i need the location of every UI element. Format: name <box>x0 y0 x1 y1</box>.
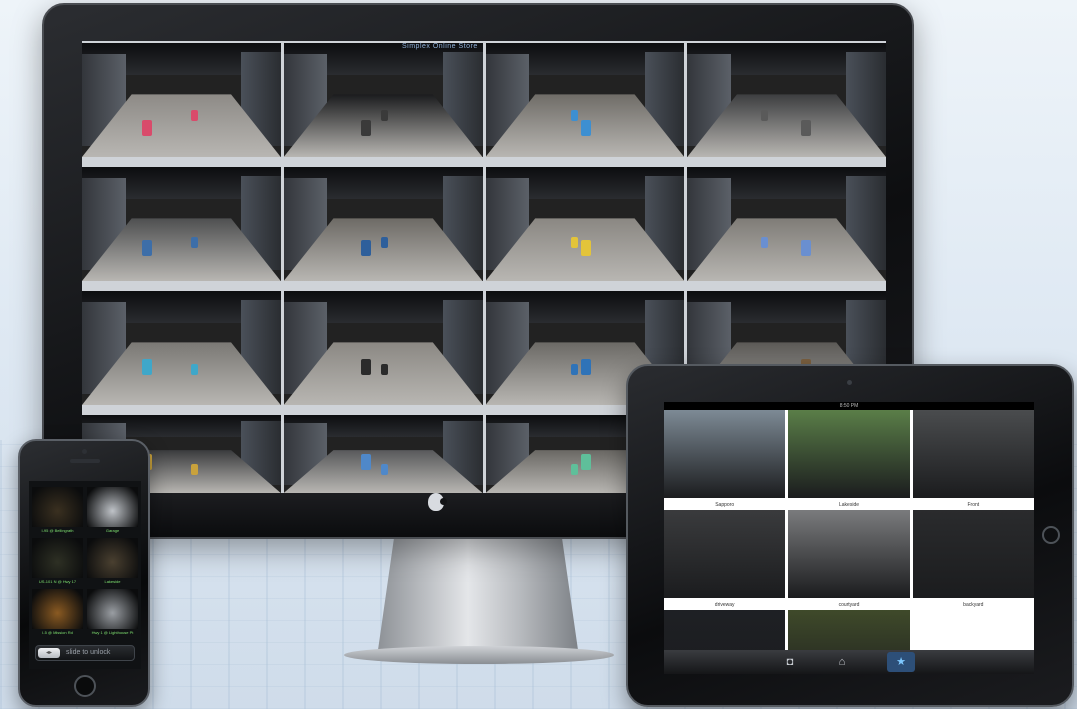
camera-caption: Front <box>967 502 980 508</box>
ipad-camera-cell[interactable]: Front <box>912 410 1034 510</box>
iphone-camera-cell[interactable]: Garage <box>87 487 138 535</box>
slider-label: slide to unlock <box>66 649 111 656</box>
imac-stand-neck <box>378 538 578 650</box>
camera-thumbnail <box>664 510 786 598</box>
camera-feed-tile[interactable] <box>485 43 685 157</box>
scene-object <box>800 239 811 256</box>
camera-feed-tile[interactable] <box>82 167 281 281</box>
camera-caption: Lakeside <box>838 502 859 508</box>
iphone-camera-lens <box>82 449 87 454</box>
iphone-home-button[interactable] <box>74 675 96 697</box>
ipad-camera-cell[interactable]: Lakeside <box>788 410 910 510</box>
scene-object <box>141 120 152 137</box>
camera-thumbnail <box>87 487 138 527</box>
ipad-status-bar: 8:50 PM <box>664 402 1034 410</box>
scene-object <box>361 120 372 137</box>
scene-object <box>381 109 389 121</box>
ipad-home-button[interactable] <box>1042 526 1060 544</box>
scene-object <box>580 359 591 376</box>
camera-thumbnail <box>87 538 138 578</box>
scene-object <box>570 236 578 248</box>
screen-title: Simplex Online Store <box>402 43 478 50</box>
ipad-screen: 8:50 PM Sapporo Lakeside Front driveway cour… <box>664 402 1034 674</box>
scene-object <box>361 453 372 470</box>
slider-knob[interactable]: ◂▸ <box>38 648 60 658</box>
scene-object <box>580 239 591 256</box>
ipad-camera-cell[interactable]: courtyard <box>788 510 910 610</box>
camera-thumbnail <box>32 589 83 629</box>
camera-feed-tile[interactable] <box>283 415 483 493</box>
scene-object <box>580 453 591 470</box>
camera-caption: driveway <box>714 602 735 608</box>
scene-object <box>760 109 768 121</box>
iphone-camera-cell[interactable]: I-95 @ Bellingrath <box>32 487 83 535</box>
scene-object <box>191 464 199 476</box>
camera-caption: Lakeside <box>104 579 121 584</box>
camera-icon[interactable]: ◘ <box>783 656 797 668</box>
imac-stand-base <box>344 646 614 664</box>
camera-feed-tile[interactable] <box>687 43 886 157</box>
scene-object <box>191 109 199 121</box>
iphone-camera-cell[interactable]: Lakeside <box>87 538 138 586</box>
camera-caption: US-101 N @ Hwy 17 <box>38 579 77 584</box>
ipad-camera-grid: Sapporo Lakeside Front driveway courtyard bac… <box>664 410 1034 674</box>
iphone-device: I-95 @ Bellingrath Garage US-101 N @ Hwy 1… <box>18 439 150 707</box>
camera-caption: Garage <box>105 528 120 533</box>
ipad-tab-bar: ◘ ⌂ ★ <box>664 650 1034 674</box>
scene-object <box>191 236 199 248</box>
scene-object <box>570 364 578 376</box>
iphone-camera-cell[interactable]: I-5 @ Mission Rd <box>32 589 83 637</box>
scene-object <box>570 464 578 476</box>
camera-caption: Sapporo <box>715 502 735 508</box>
camera-thumbnail <box>788 410 910 498</box>
iphone-speaker <box>70 459 100 463</box>
scene-object <box>800 120 811 137</box>
ipad-camera-cell[interactable]: Sapporo <box>664 410 786 510</box>
ipad-camera-cell[interactable]: driveway <box>664 510 786 610</box>
camera-caption: backyard <box>963 602 984 608</box>
camera-feed-tile[interactable] <box>82 43 281 157</box>
ipad-camera-lens <box>847 380 852 385</box>
camera-feed-tile[interactable] <box>283 291 483 405</box>
camera-caption: courtyard <box>838 602 860 608</box>
camera-feed-tile[interactable] <box>687 167 886 281</box>
camera-thumbnail <box>32 487 83 527</box>
scene-object <box>191 364 199 376</box>
camera-caption: I-5 @ Mission Rd <box>42 630 73 635</box>
camera-feed-tile[interactable] <box>485 167 685 281</box>
scene-object <box>141 359 152 376</box>
ipad-device: 8:50 PM Sapporo Lakeside Front driveway cour… <box>626 364 1074 707</box>
camera-thumbnail <box>912 510 1034 598</box>
home-icon[interactable]: ⌂ <box>835 656 849 668</box>
camera-feed-tile[interactable] <box>283 167 483 281</box>
scene-object <box>381 464 389 476</box>
camera-feed-tile[interactable] <box>82 291 281 405</box>
camera-thumbnail <box>664 410 786 498</box>
scene-object <box>361 239 372 256</box>
scene-object <box>570 109 578 121</box>
iphone-camera-cell[interactable]: Hwy 1 @ Lighthouse Pt <box>87 589 138 637</box>
scene-object <box>580 120 591 137</box>
camera-thumbnail <box>788 510 910 598</box>
scene-object <box>361 359 372 376</box>
camera-thumbnail <box>32 538 83 578</box>
scene-object <box>760 236 768 248</box>
camera-caption: Hwy 1 @ Lighthouse Pt <box>91 630 134 635</box>
iphone-camera-grid: I-95 @ Bellingrath Garage US-101 N @ Hwy 1… <box>32 487 138 637</box>
ipad-camera-cell[interactable]: backyard <box>912 510 1034 610</box>
camera-caption: I-95 @ Bellingrath <box>41 528 74 533</box>
scene-object <box>141 239 152 256</box>
iphone-camera-cell[interactable]: US-101 N @ Hwy 17 <box>32 538 83 586</box>
camera-row <box>82 167 886 281</box>
slide-to-unlock-slider[interactable]: ◂▸ slide to unlock <box>35 645 135 661</box>
camera-thumbnail <box>87 589 138 629</box>
camera-thumbnail <box>912 410 1034 498</box>
scene-object <box>381 236 389 248</box>
camera-row <box>82 43 886 157</box>
scene-object <box>381 364 389 376</box>
camera-feed-tile[interactable] <box>283 43 483 157</box>
star-icon[interactable]: ★ <box>887 652 915 672</box>
apple-logo-icon <box>428 493 447 511</box>
iphone-screen: I-95 @ Bellingrath Garage US-101 N @ Hwy 1… <box>29 481 141 669</box>
